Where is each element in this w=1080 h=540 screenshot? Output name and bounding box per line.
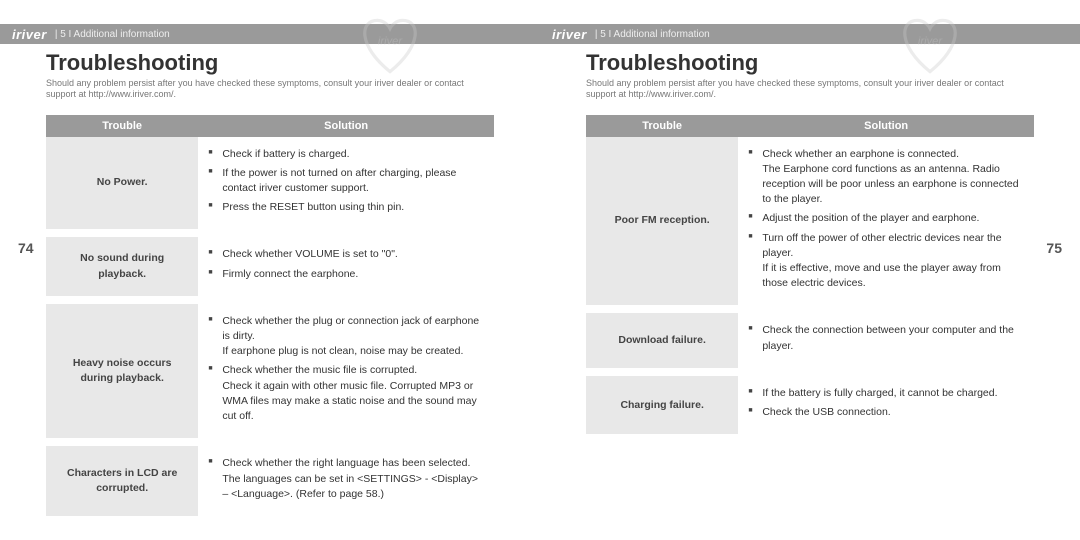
- solution-subtext: Check it again with other music file. Co…: [222, 379, 484, 425]
- manual-page-left: 74 iriver | 5 I Additional information i…: [0, 0, 540, 540]
- troubleshooting-table: Trouble Solution Poor FM reception.Check…: [586, 115, 1034, 435]
- section-label: | 5 I Additional information: [55, 29, 170, 40]
- solution-subtext: If earphone plug is not clean, noise may…: [222, 344, 484, 359]
- solution-cell: Check whether VOLUME is set to "0". Firml…: [198, 237, 494, 295]
- solution-item: Check the connection between your comput…: [748, 323, 1024, 353]
- manual-page-right: 75 iriver | 5 I Additional information i…: [540, 0, 1080, 540]
- table-row: Download failure. Check the connection be…: [586, 313, 1034, 367]
- intro-text: Should any problem persist after you hav…: [586, 78, 1006, 101]
- solution-cell: Check whether the plug or connection jac…: [198, 304, 494, 439]
- brand-logo: iriver: [12, 27, 47, 42]
- table-row: Charging failure. If the battery is fully…: [586, 376, 1034, 434]
- trouble-cell: Heavy noise occurs during playback.: [46, 304, 198, 439]
- trouble-cell: No sound during playback.: [46, 237, 198, 295]
- solution-item: If the battery is fully charged, it cann…: [748, 386, 1024, 401]
- solution-cell: Check whether an earphone is connected.T…: [738, 137, 1034, 306]
- solution-item: Adjust the position of the player and ea…: [748, 211, 1024, 226]
- page-title: Troubleshooting: [586, 50, 1034, 76]
- table-row: No Power. Check if battery is charged. If …: [46, 137, 494, 230]
- solution-item: Check the USB connection.: [748, 405, 1024, 420]
- solution-cell: If the battery is fully charged, it cann…: [738, 376, 1034, 434]
- th-trouble: Trouble: [46, 115, 198, 137]
- th-solution: Solution: [198, 115, 494, 137]
- table-row: No sound during playback.Check whether V…: [46, 237, 494, 295]
- svg-text:iriver: iriver: [918, 35, 944, 47]
- solution-item: Press the RESET button using thin pin.: [208, 200, 484, 215]
- trouble-cell: No Power.: [46, 137, 198, 230]
- trouble-cell: Poor FM reception.: [586, 137, 738, 306]
- section-label: | 5 I Additional information: [595, 29, 710, 40]
- solution-cell: Check whether the right language has bee…: [198, 446, 494, 516]
- solution-item: Check if battery is charged.: [208, 147, 484, 162]
- section-header: iriver | 5 I Additional information iriv…: [0, 24, 540, 44]
- page-number: 74: [18, 240, 34, 256]
- th-trouble: Trouble: [586, 115, 738, 137]
- solution-item: If the power is not turned on after char…: [208, 166, 484, 196]
- page-title: Troubleshooting: [46, 50, 494, 76]
- trouble-cell: Characters in LCD are corrupted.: [46, 446, 198, 516]
- page-content: Troubleshooting Should any problem persi…: [0, 50, 540, 516]
- brand-logo: iriver: [552, 27, 587, 42]
- solution-item: Check whether the plug or connection jac…: [208, 314, 484, 360]
- intro-text: Should any problem persist after you hav…: [46, 78, 466, 101]
- solution-cell: Check the connection between your comput…: [738, 313, 1034, 367]
- section-header: iriver | 5 I Additional information iriv…: [540, 24, 1080, 44]
- table-row: Heavy noise occurs during playback.Check…: [46, 304, 494, 439]
- solution-item: Turn off the power of other electric dev…: [748, 231, 1024, 292]
- trouble-cell: Charging failure.: [586, 376, 738, 434]
- page-content: Troubleshooting Should any problem persi…: [540, 50, 1080, 434]
- solution-item: Firmly connect the earphone.: [208, 267, 484, 282]
- solution-item: Check whether the right language has bee…: [208, 456, 484, 502]
- solution-item: Check whether an earphone is connected.T…: [748, 147, 1024, 208]
- solution-subtext: If it is effective, move and use the pla…: [762, 261, 1024, 291]
- solution-subtext: The Earphone cord functions as an antenn…: [762, 162, 1024, 208]
- solution-item: Check whether the music file is corrupte…: [208, 363, 484, 424]
- table-row: Characters in LCD are corrupted.Check wh…: [46, 446, 494, 516]
- solution-cell: Check if battery is charged. If the power…: [198, 137, 494, 230]
- page-number: 75: [1046, 240, 1062, 256]
- troubleshooting-table: Trouble Solution No Power.Check if batte…: [46, 115, 494, 517]
- solution-item: Check whether VOLUME is set to "0".: [208, 247, 484, 262]
- svg-text:iriver: iriver: [378, 35, 404, 47]
- th-solution: Solution: [738, 115, 1034, 137]
- solution-subtext: The languages can be set in <SETTINGS> -…: [222, 472, 484, 502]
- table-row: Poor FM reception.Check whether an earph…: [586, 137, 1034, 306]
- trouble-cell: Download failure.: [586, 313, 738, 367]
